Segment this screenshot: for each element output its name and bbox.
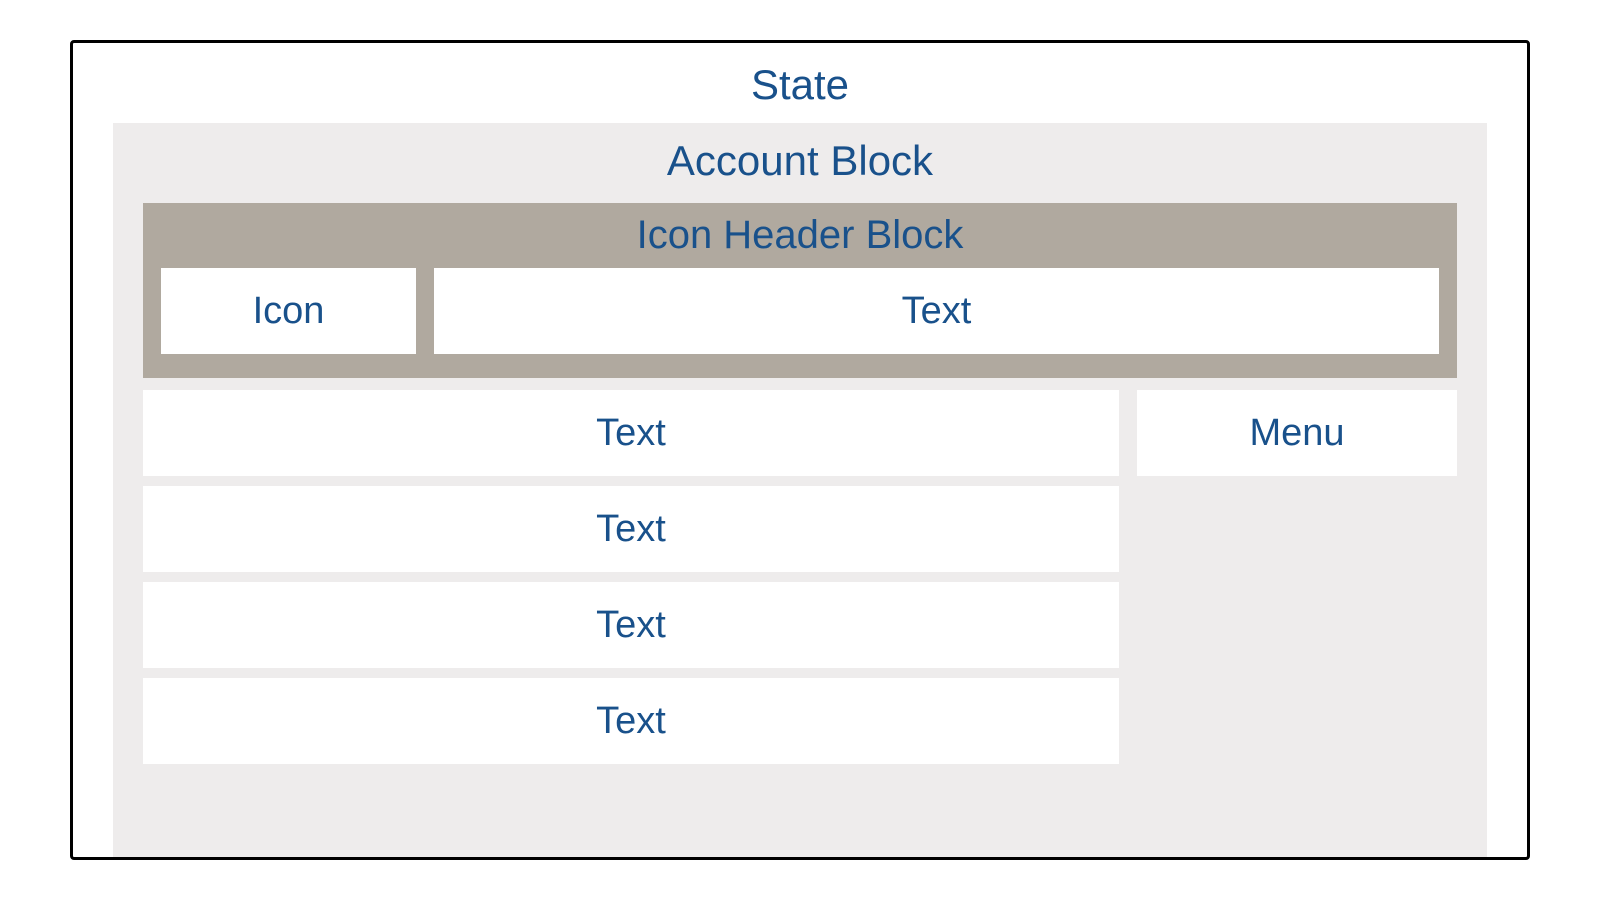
icon-label: Icon — [253, 290, 325, 333]
menu-label: Menu — [1249, 412, 1344, 455]
state-frame: State Account Block Icon Header Block Ic… — [70, 40, 1530, 860]
text-row-label: Text — [596, 508, 666, 551]
icon-cell: Icon — [161, 268, 416, 354]
text-row: Text — [143, 390, 1119, 476]
text-row-label: Text — [596, 604, 666, 647]
account-block: Account Block Icon Header Block Icon Tex… — [113, 123, 1487, 857]
icon-header-block: Icon Header Block Icon Text — [143, 203, 1457, 378]
menu-cell[interactable]: Menu — [1137, 390, 1457, 476]
header-text-cell: Text — [434, 268, 1439, 354]
text-row: Text — [143, 582, 1119, 668]
body-grid: Text Text Text Text Menu — [143, 390, 1457, 857]
state-title: State — [113, 61, 1487, 109]
text-row: Text — [143, 678, 1119, 764]
icon-header-block-title: Icon Header Block — [161, 213, 1439, 258]
text-row-label: Text — [596, 412, 666, 455]
menu-column: Menu — [1137, 390, 1457, 857]
icon-header-row: Icon Text — [161, 268, 1439, 354]
text-column: Text Text Text Text — [143, 390, 1119, 857]
header-text-label: Text — [902, 290, 972, 333]
account-block-title: Account Block — [143, 137, 1457, 185]
text-row: Text — [143, 486, 1119, 572]
text-row-label: Text — [596, 700, 666, 743]
